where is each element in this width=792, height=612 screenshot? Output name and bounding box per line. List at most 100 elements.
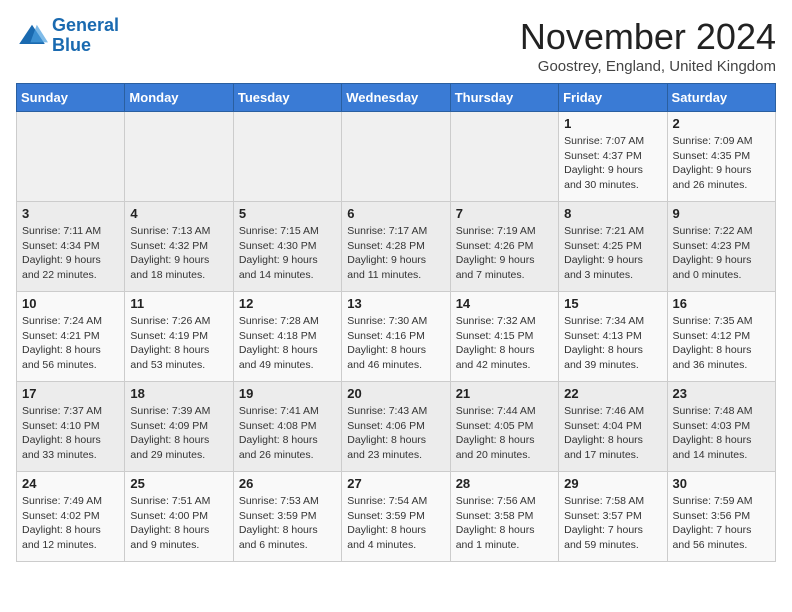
calendar-cell: 14Sunrise: 7:32 AM Sunset: 4:15 PM Dayli… <box>450 292 558 382</box>
day-number: 12 <box>239 296 336 311</box>
day-info: Sunrise: 7:39 AM Sunset: 4:09 PM Dayligh… <box>130 404 227 463</box>
header-monday: Monday <box>125 84 233 112</box>
calendar-header-row: SundayMondayTuesdayWednesdayThursdayFrid… <box>17 84 776 112</box>
calendar-cell: 4 Sunrise: 7:13 AM Sunset: 4:32 PM Daylig… <box>125 202 233 292</box>
day-number: 26 <box>239 476 336 491</box>
day-info: Sunrise: 7:15 AM Sunset: 4:30 PM Dayligh… <box>239 224 336 283</box>
day-number: 29 <box>564 476 661 491</box>
logo-line1: General <box>52 15 119 35</box>
calendar-cell: 15 Sunrise: 7:34 AM Sunset: 4:13 PM Dayli… <box>559 292 667 382</box>
day-number: 15 <box>564 296 661 311</box>
day-number: 4 <box>130 206 227 221</box>
calendar-cell: 23Sunrise: 7:48 AM Sunset: 4:03 PM Dayli… <box>667 382 775 472</box>
logo-icon <box>16 20 48 52</box>
day-number: 6 <box>347 206 444 221</box>
calendar-cell: 24 Sunrise: 7:49 AM Sunset: 4:02 PM Dayli… <box>17 472 125 562</box>
day-number: 2 <box>673 116 770 131</box>
calendar-cell <box>125 112 233 202</box>
day-number: 25 <box>130 476 227 491</box>
calendar-cell: 20 Sunrise: 7:43 AM Sunset: 4:06 PM Dayli… <box>342 382 450 472</box>
day-info: Sunrise: 7:09 AM Sunset: 4:35 PM Dayligh… <box>673 134 770 193</box>
calendar-cell: 7Sunrise: 7:19 AM Sunset: 4:26 PM Daylig… <box>450 202 558 292</box>
week-row-3: 10 Sunrise: 7:24 AM Sunset: 4:21 PM Dayli… <box>17 292 776 382</box>
week-row-5: 24 Sunrise: 7:49 AM Sunset: 4:02 PM Dayli… <box>17 472 776 562</box>
day-info: Sunrise: 7:44 AM Sunset: 4:05 PM Dayligh… <box>456 404 553 463</box>
month-title: November 2024 <box>520 16 776 58</box>
calendar-cell: 5 Sunrise: 7:15 AM Sunset: 4:30 PM Daylig… <box>233 202 341 292</box>
calendar-cell: 17 Sunrise: 7:37 AM Sunset: 4:10 PM Dayli… <box>17 382 125 472</box>
header-saturday: Saturday <box>667 84 775 112</box>
day-info: Sunrise: 7:34 AM Sunset: 4:13 PM Dayligh… <box>564 314 661 373</box>
day-number: 28 <box>456 476 553 491</box>
logo: General Blue <box>16 16 119 56</box>
day-info: Sunrise: 7:35 AM Sunset: 4:12 PM Dayligh… <box>673 314 770 373</box>
day-info: Sunrise: 7:07 AM Sunset: 4:37 PM Dayligh… <box>564 134 661 193</box>
day-info: Sunrise: 7:54 AM Sunset: 3:59 PM Dayligh… <box>347 494 444 553</box>
week-row-2: 3 Sunrise: 7:11 AM Sunset: 4:34 PM Daylig… <box>17 202 776 292</box>
day-number: 14 <box>456 296 553 311</box>
day-number: 19 <box>239 386 336 401</box>
calendar-cell: 18Sunrise: 7:39 AM Sunset: 4:09 PM Dayli… <box>125 382 233 472</box>
calendar-cell: 25Sunrise: 7:51 AM Sunset: 4:00 PM Dayli… <box>125 472 233 562</box>
day-number: 8 <box>564 206 661 221</box>
calendar-cell <box>17 112 125 202</box>
day-number: 11 <box>130 296 227 311</box>
day-info: Sunrise: 7:46 AM Sunset: 4:04 PM Dayligh… <box>564 404 661 463</box>
day-info: Sunrise: 7:49 AM Sunset: 4:02 PM Dayligh… <box>22 494 119 553</box>
header-tuesday: Tuesday <box>233 84 341 112</box>
day-info: Sunrise: 7:28 AM Sunset: 4:18 PM Dayligh… <box>239 314 336 373</box>
calendar-cell <box>450 112 558 202</box>
header-wednesday: Wednesday <box>342 84 450 112</box>
calendar-cell: 6 Sunrise: 7:17 AM Sunset: 4:28 PM Daylig… <box>342 202 450 292</box>
calendar-cell: 19 Sunrise: 7:41 AM Sunset: 4:08 PM Dayli… <box>233 382 341 472</box>
calendar-cell: 29 Sunrise: 7:58 AM Sunset: 3:57 PM Dayli… <box>559 472 667 562</box>
calendar-table: SundayMondayTuesdayWednesdayThursdayFrid… <box>16 83 776 562</box>
day-number: 1 <box>564 116 661 131</box>
day-info: Sunrise: 7:59 AM Sunset: 3:56 PM Dayligh… <box>673 494 770 553</box>
day-info: Sunrise: 7:37 AM Sunset: 4:10 PM Dayligh… <box>22 404 119 463</box>
day-info: Sunrise: 7:26 AM Sunset: 4:19 PM Dayligh… <box>130 314 227 373</box>
calendar-cell: 22 Sunrise: 7:46 AM Sunset: 4:04 PM Dayli… <box>559 382 667 472</box>
day-info: Sunrise: 7:56 AM Sunset: 3:58 PM Dayligh… <box>456 494 553 553</box>
day-info: Sunrise: 7:43 AM Sunset: 4:06 PM Dayligh… <box>347 404 444 463</box>
day-number: 17 <box>22 386 119 401</box>
day-number: 30 <box>673 476 770 491</box>
day-info: Sunrise: 7:58 AM Sunset: 3:57 PM Dayligh… <box>564 494 661 553</box>
day-info: Sunrise: 7:41 AM Sunset: 4:08 PM Dayligh… <box>239 404 336 463</box>
calendar-cell: 2 Sunrise: 7:09 AM Sunset: 4:35 PM Daylig… <box>667 112 775 202</box>
calendar-cell: 21Sunrise: 7:44 AM Sunset: 4:05 PM Dayli… <box>450 382 558 472</box>
day-info: Sunrise: 7:24 AM Sunset: 4:21 PM Dayligh… <box>22 314 119 373</box>
calendar-cell: 30 Sunrise: 7:59 AM Sunset: 3:56 PM Dayli… <box>667 472 775 562</box>
calendar-cell: 3 Sunrise: 7:11 AM Sunset: 4:34 PM Daylig… <box>17 202 125 292</box>
day-info: Sunrise: 7:11 AM Sunset: 4:34 PM Dayligh… <box>22 224 119 283</box>
day-number: 24 <box>22 476 119 491</box>
day-number: 5 <box>239 206 336 221</box>
day-number: 22 <box>564 386 661 401</box>
calendar-cell: 13Sunrise: 7:30 AM Sunset: 4:16 PM Dayli… <box>342 292 450 382</box>
header-sunday: Sunday <box>17 84 125 112</box>
logo-text: General Blue <box>52 16 119 56</box>
calendar-cell: 9Sunrise: 7:22 AM Sunset: 4:23 PM Daylig… <box>667 202 775 292</box>
day-info: Sunrise: 7:17 AM Sunset: 4:28 PM Dayligh… <box>347 224 444 283</box>
logo-line2: Blue <box>52 35 91 55</box>
calendar-cell: 28 Sunrise: 7:56 AM Sunset: 3:58 PM Dayli… <box>450 472 558 562</box>
calendar-cell: 10 Sunrise: 7:24 AM Sunset: 4:21 PM Dayli… <box>17 292 125 382</box>
day-number: 10 <box>22 296 119 311</box>
day-number: 16 <box>673 296 770 311</box>
header-thursday: Thursday <box>450 84 558 112</box>
day-number: 13 <box>347 296 444 311</box>
title-block: November 2024 Goostrey, England, United … <box>520 16 776 75</box>
day-info: Sunrise: 7:53 AM Sunset: 3:59 PM Dayligh… <box>239 494 336 553</box>
calendar-cell: 8 Sunrise: 7:21 AM Sunset: 4:25 PM Daylig… <box>559 202 667 292</box>
day-info: Sunrise: 7:21 AM Sunset: 4:25 PM Dayligh… <box>564 224 661 283</box>
calendar-cell: 12 Sunrise: 7:28 AM Sunset: 4:18 PM Dayli… <box>233 292 341 382</box>
day-info: Sunrise: 7:13 AM Sunset: 4:32 PM Dayligh… <box>130 224 227 283</box>
calendar-cell: 27Sunrise: 7:54 AM Sunset: 3:59 PM Dayli… <box>342 472 450 562</box>
calendar-cell: 16 Sunrise: 7:35 AM Sunset: 4:12 PM Dayli… <box>667 292 775 382</box>
day-number: 20 <box>347 386 444 401</box>
day-info: Sunrise: 7:22 AM Sunset: 4:23 PM Dayligh… <box>673 224 770 283</box>
day-info: Sunrise: 7:19 AM Sunset: 4:26 PM Dayligh… <box>456 224 553 283</box>
day-number: 3 <box>22 206 119 221</box>
location: Goostrey, England, United Kingdom <box>520 58 776 75</box>
day-number: 23 <box>673 386 770 401</box>
